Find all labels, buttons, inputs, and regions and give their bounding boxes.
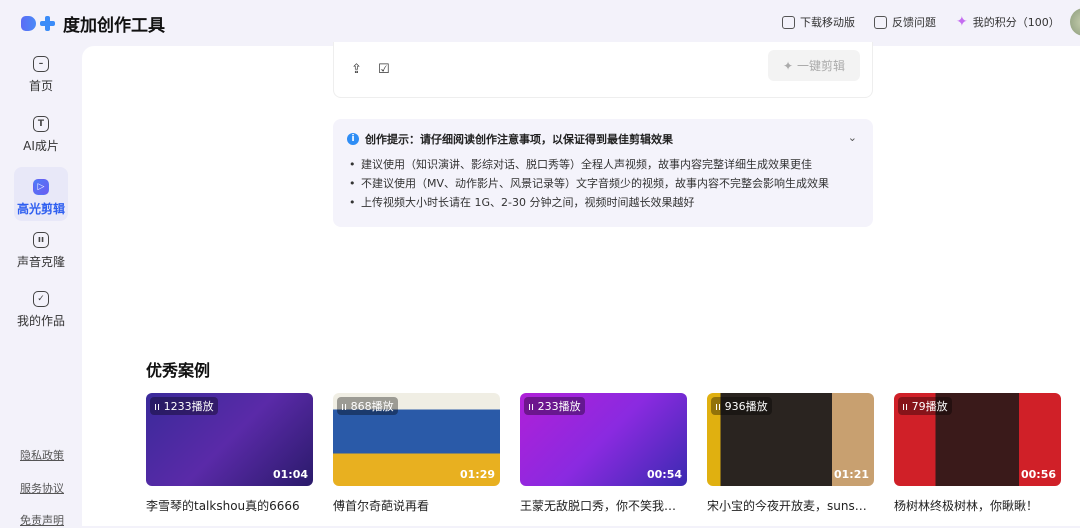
sidebar: – 首页 T AI成片 ▷ 高光剪辑 ıı 声音克隆 ✓ 我的作品 隐私政策 服务协议 免… bbox=[0, 44, 82, 527]
play-count-label: 233播放 bbox=[537, 400, 581, 413]
creation-tip-panel: i 创作提示：请仔细阅读创作注意事项，以保证得到最佳剪辑效果 ⌄ 建议使用（知识演… bbox=[333, 119, 873, 227]
chevron-down-icon[interactable]: ⌄ bbox=[848, 131, 857, 144]
case-card[interactable]: ıı 233播放 00:54 王蒙无敌脱口秀，你不笑我笑你 bbox=[520, 393, 687, 514]
case-title: 王蒙无敌脱口秀，你不笑我笑你 bbox=[520, 499, 687, 513]
play-count-label: 936播放 bbox=[724, 400, 768, 413]
app-name: 度加创作工具 bbox=[63, 16, 165, 36]
avatar[interactable] bbox=[1070, 8, 1080, 36]
text-icon: T bbox=[33, 116, 49, 132]
duration: 01:21 bbox=[833, 468, 869, 481]
tip-item: 上传视频大小时长请在 1G、2-30 分钟之间，视频时间越长效果越好 bbox=[347, 193, 859, 212]
audio-bars-icon: ıı bbox=[528, 400, 538, 413]
play-count: ıı 79播放 bbox=[898, 397, 952, 415]
case-title: 傅首尔奇葩说再看 bbox=[333, 499, 430, 513]
folder-check-icon: ✓ bbox=[33, 291, 49, 307]
sidebar-item-label: 高光剪辑 bbox=[16, 202, 65, 216]
sidebar-item-label: AI成片 bbox=[23, 139, 59, 153]
case-card[interactable]: ıı 936播放 01:21 宋小宝的今夜开放麦，sunsai... bbox=[707, 393, 874, 514]
case-card[interactable]: ıı 1233播放 01:04 李雪琴的talkshou真的6666 bbox=[146, 393, 313, 514]
sidebar-item-label: 首页 bbox=[28, 79, 53, 93]
download-label: 下载移动版 bbox=[800, 16, 855, 29]
logo-mark-icon bbox=[21, 16, 36, 31]
sidebar-item-home[interactable]: – 首页 bbox=[14, 44, 68, 98]
home-icon: – bbox=[33, 56, 49, 72]
service-agreement-link[interactable]: 服务协议 bbox=[20, 480, 64, 496]
audio-bars-icon: ıı bbox=[154, 400, 164, 413]
sidebar-item-my-works[interactable]: ✓ 我的作品 bbox=[14, 279, 68, 333]
sidebar-item-label: 我的作品 bbox=[16, 314, 65, 328]
audio-bars-icon: ıı bbox=[341, 400, 351, 413]
audio-bars-icon: ıı bbox=[715, 400, 725, 413]
case-card[interactable]: ıı 79播放 00:56 杨树林终极树林，你瞅瞅！ bbox=[894, 393, 1061, 514]
sidebar-item-highlight-edit[interactable]: ▷ 高光剪辑 bbox=[14, 167, 68, 221]
upload-icon[interactable]: ⇪ bbox=[351, 62, 362, 77]
privacy-policy-link[interactable]: 隐私政策 bbox=[20, 447, 64, 463]
case-title: 李雪琴的talkshou真的6666 bbox=[146, 499, 300, 513]
mobile-icon bbox=[782, 15, 795, 29]
upload-card: ⇪ ☑ ✦ 一键剪辑 bbox=[333, 42, 873, 98]
feedback-label: 反馈问题 bbox=[892, 16, 936, 29]
plus-icon bbox=[40, 16, 55, 31]
play-count: ıı 1233播放 bbox=[150, 397, 218, 415]
video-thumbnail[interactable]: ıı 868播放 01:29 bbox=[333, 393, 500, 486]
video-thumbnail[interactable]: ıı 936播放 01:21 bbox=[707, 393, 874, 486]
edit-icon bbox=[874, 15, 887, 29]
case-title: 杨树林终极树林，你瞅瞅！ bbox=[894, 499, 1039, 513]
one-click-edit-button[interactable]: ✦ 一键剪辑 bbox=[768, 50, 860, 81]
audio-bars-icon: ıı bbox=[902, 400, 912, 413]
points-label: 我的积分（100） bbox=[972, 16, 1060, 29]
sidebar-item-voice-clone[interactable]: ıı 声音克隆 bbox=[14, 220, 68, 274]
video-thumbnail[interactable]: ıı 79播放 00:56 bbox=[894, 393, 1061, 486]
download-mobile-link[interactable]: 下载移动版 bbox=[782, 14, 855, 30]
checkbox-icon[interactable]: ☑ bbox=[378, 62, 390, 77]
duration: 01:04 bbox=[272, 468, 308, 481]
sidebar-item-ai-video[interactable]: T AI成片 bbox=[14, 104, 68, 158]
tip-item: 建议使用（知识演讲、影综对话、脱口秀等）全程人声视频，故事内容完整详细生成效果更… bbox=[347, 155, 859, 174]
header: 度加创作工具 下载移动版 反馈问题 ✦ 我的积分（100） bbox=[0, 0, 1080, 44]
video-thumbnail[interactable]: ıı 1233播放 01:04 bbox=[146, 393, 313, 486]
play-count: ıı 233播放 bbox=[524, 397, 585, 415]
duration: 00:54 bbox=[646, 468, 682, 481]
info-icon: i bbox=[347, 133, 359, 145]
sparkle-icon: ✦ bbox=[956, 14, 968, 30]
one-click-edit-label: 一键剪辑 bbox=[797, 59, 846, 73]
sparkle-icon: ✦ bbox=[782, 58, 794, 73]
play-count-label: 1233播放 bbox=[163, 400, 214, 413]
play-count-label: 868播放 bbox=[350, 400, 394, 413]
sidebar-item-label: 声音克隆 bbox=[16, 255, 65, 269]
logo[interactable]: 度加创作工具 bbox=[21, 11, 165, 36]
tip-item: 不建议使用（MV、动作影片、风景记录等）文字音频少的视频，故事内容不完整会影响生… bbox=[347, 174, 859, 193]
tip-title: 创作提示：请仔细阅读创作注意事项，以保证得到最佳剪辑效果 bbox=[365, 133, 673, 146]
play-count: ıı 868播放 bbox=[337, 397, 398, 415]
section-title: 优秀案例 bbox=[146, 361, 211, 380]
voice-icon: ıı bbox=[33, 232, 49, 248]
duration: 00:56 bbox=[1020, 468, 1056, 481]
video-thumbnail[interactable]: ıı 233播放 00:54 bbox=[520, 393, 687, 486]
case-card[interactable]: ıı 868播放 01:29 傅首尔奇葩说再看 bbox=[333, 393, 500, 514]
play-count: ıı 936播放 bbox=[711, 397, 772, 415]
play-icon: ▷ bbox=[33, 179, 49, 195]
duration: 01:29 bbox=[459, 468, 495, 481]
play-count-label: 79播放 bbox=[911, 400, 948, 413]
feedback-link[interactable]: 反馈问题 bbox=[874, 14, 936, 30]
main-content: ⇪ ☑ ✦ 一键剪辑 i 创作提示：请仔细阅读创作注意事项，以保证得到最佳剪辑效果 … bbox=[82, 42, 1080, 526]
points-link[interactable]: ✦ 我的积分（100） bbox=[956, 14, 1060, 30]
case-title: 宋小宝的今夜开放麦，sunsai... bbox=[707, 499, 874, 513]
